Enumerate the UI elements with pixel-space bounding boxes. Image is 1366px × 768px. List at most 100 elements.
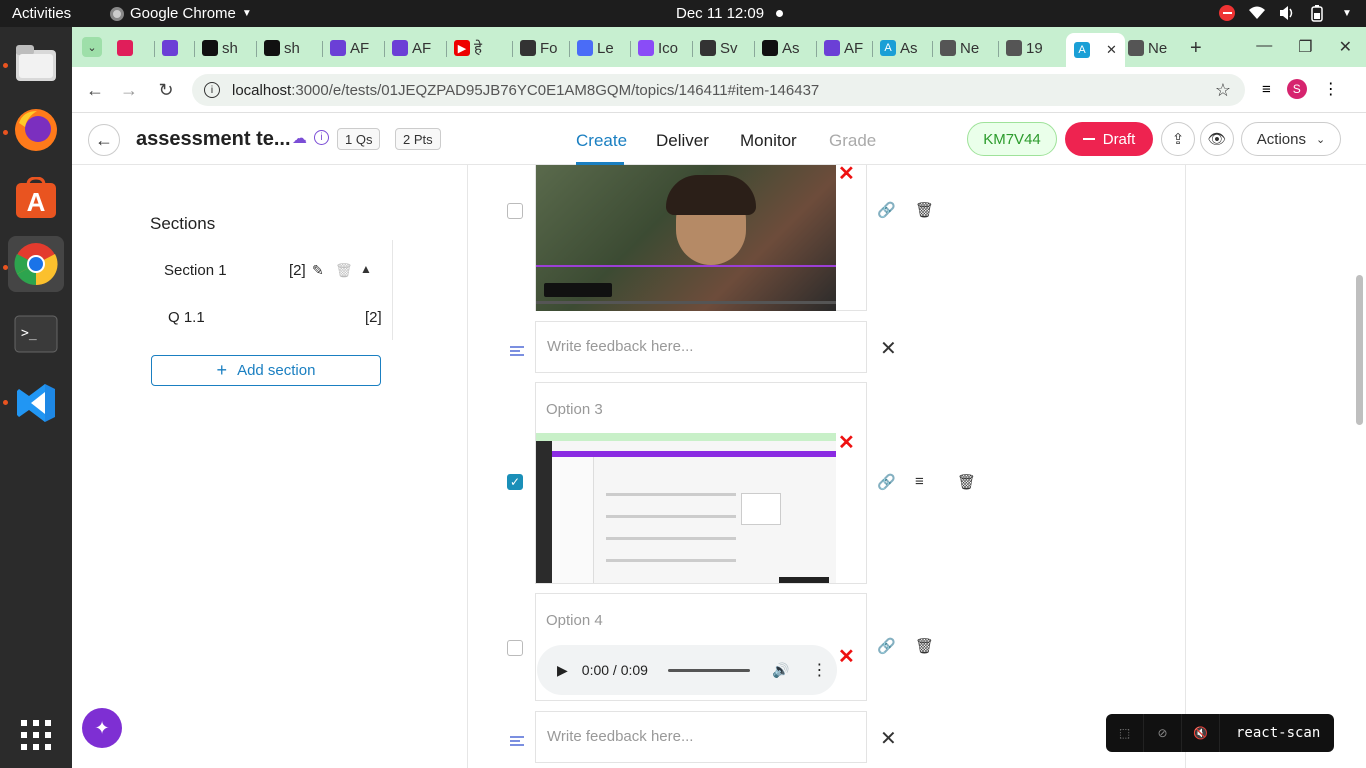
close-tab-icon[interactable]: ✕ — [1106, 42, 1117, 58]
remove-media-icon[interactable]: ✕ — [838, 161, 855, 186]
browser-tab[interactable]: AF — [824, 35, 863, 61]
maximize-icon[interactable]: ❐ — [1298, 37, 1312, 57]
volume-icon[interactable] — [1278, 4, 1296, 22]
trash-icon[interactable]: 🗑 — [957, 473, 976, 491]
close-feedback-icon[interactable]: ✕ — [880, 336, 897, 361]
tab-create[interactable]: Create — [576, 131, 627, 151]
firefox-app-icon[interactable] — [8, 102, 64, 158]
browser-tab[interactable]: sh — [264, 35, 300, 61]
ubuntu-software-icon[interactable]: A — [8, 170, 64, 226]
edit-pencil-icon[interactable]: ✎ — [312, 262, 324, 279]
trash-icon[interactable]: 🗑 — [335, 262, 353, 279]
audio-volume-icon[interactable]: 🔊 — [772, 662, 789, 679]
browser-tab[interactable]: A ✕ — [1066, 33, 1125, 67]
link-icon[interactable]: 🔗 — [877, 637, 896, 655]
remove-media-icon[interactable]: ✕ — [838, 430, 855, 455]
profile-avatar[interactable]: S — [1286, 79, 1307, 99]
audio-more-icon[interactable]: ⋮ — [811, 660, 827, 680]
site-info-icon[interactable]: i — [204, 82, 220, 98]
option-4-checkbox[interactable] — [507, 640, 523, 656]
question-item-label[interactable]: Q 1.1 — [168, 309, 205, 326]
address-bar[interactable]: i localhost:3000/e/tests/01JEQZPAD95JB76… — [192, 74, 1245, 106]
option-4-label[interactable]: Option 4 — [546, 612, 603, 629]
vscode-app-icon[interactable] — [8, 375, 64, 431]
actions-button[interactable]: Actions ⌄ — [1241, 122, 1341, 156]
feedback-toggle-icon[interactable]: ≡ — [915, 473, 924, 490]
browser-tab[interactable]: Ne — [1128, 35, 1167, 61]
do-not-disturb-icon[interactable] — [1218, 4, 1236, 22]
wifi-icon[interactable] — [1248, 4, 1266, 22]
page-title: assessment te... — [136, 128, 291, 150]
feedback-input[interactable]: Write feedback here... — [535, 711, 867, 763]
option-3-checkbox[interactable]: ✓ — [507, 474, 523, 490]
remove-media-icon[interactable]: ✕ — [838, 644, 855, 669]
hide-overlay-icon[interactable]: ⊘ — [1144, 714, 1182, 752]
browser-tab[interactable] — [162, 35, 182, 61]
tab-search-button[interactable]: ⌄ — [82, 37, 102, 57]
option-2-checkbox[interactable] — [507, 203, 523, 219]
minimize-icon[interactable]: — — [1256, 37, 1272, 57]
inspect-element-icon[interactable]: ⬚ — [1106, 714, 1144, 752]
screenshot-row — [606, 537, 736, 540]
browser-tab[interactable]: 19 — [1006, 35, 1043, 61]
browser-tab[interactable]: Ne — [940, 35, 979, 61]
browser-tab[interactable]: Fo — [520, 35, 558, 61]
section-item[interactable]: Section 1 [2] ✎ 🗑 ▲ Q 1.1 [2] — [150, 240, 393, 340]
browser-tab[interactable]: AF — [392, 35, 431, 61]
link-icon[interactable]: 🔗 — [877, 473, 896, 491]
access-code-chip[interactable]: KM7V44 — [967, 122, 1057, 156]
audio-seek-bar[interactable] — [667, 668, 750, 672]
close-window-icon[interactable]: ✕ — [1339, 37, 1352, 57]
browser-tab[interactable]: ▶ हे — [454, 35, 482, 61]
url-text[interactable]: localhost:3000/e/tests/01JEQZPAD95JB76YC… — [232, 82, 819, 99]
page-scrollbar[interactable] — [1356, 275, 1363, 425]
play-icon[interactable]: ▶ — [557, 662, 568, 679]
show-apps-icon[interactable] — [8, 707, 64, 763]
battery-icon[interactable] — [1308, 4, 1326, 22]
audio-player[interactable]: ▶ 0:00 / 0:09 🔊 ⋮ — [537, 645, 837, 695]
bookmark-star-icon[interactable]: ☆ — [1215, 80, 1231, 101]
reload-icon[interactable]: ↻ — [155, 79, 177, 101]
mute-sound-icon[interactable]: 🔇 — [1182, 714, 1220, 752]
share-upload-button[interactable]: ⇪ — [1161, 122, 1195, 156]
trash-icon[interactable]: 🗑 — [915, 637, 934, 655]
tab-deliver[interactable]: Deliver — [656, 131, 709, 151]
files-app-icon[interactable] — [8, 35, 64, 91]
react-scan-label[interactable]: react-scan — [1220, 725, 1320, 741]
preview-button[interactable]: 👁 — [1200, 122, 1234, 156]
link-icon[interactable]: 🔗 — [877, 201, 896, 219]
draft-status-button[interactable]: Draft — [1065, 122, 1153, 156]
magic-wand-button[interactable]: ✦ — [82, 708, 122, 748]
browser-tab[interactable]: A As — [880, 35, 918, 61]
tab-grade[interactable]: Grade — [829, 131, 876, 151]
browser-tab[interactable]: Sv — [700, 35, 738, 61]
add-section-button[interactable]: + Add section — [151, 355, 381, 386]
browser-tab[interactable]: AF — [330, 35, 369, 61]
forward-arrow-icon[interactable]: → — [118, 79, 140, 101]
chevron-up-icon[interactable]: ▲ — [360, 262, 372, 276]
back-arrow-icon[interactable]: ← — [84, 79, 106, 101]
section-name[interactable]: Section 1 — [164, 262, 227, 279]
browser-tab[interactable] — [117, 35, 137, 61]
power-menu-caret-icon[interactable]: ▼ — [1338, 4, 1356, 22]
feedback-input[interactable]: Write feedback here... — [535, 321, 867, 373]
app-menu[interactable]: Google Chrome ▼ — [110, 5, 252, 22]
option-3-label[interactable]: Option 3 — [546, 401, 603, 418]
system-tray[interactable]: ▼ — [1218, 4, 1356, 22]
browser-tab[interactable]: sh — [202, 35, 238, 61]
tab-monitor[interactable]: Monitor — [740, 131, 797, 151]
browser-tab[interactable]: Ico — [638, 35, 678, 61]
trash-icon[interactable]: 🗑 — [915, 201, 934, 219]
close-feedback-icon[interactable]: ✕ — [880, 726, 897, 751]
back-button[interactable]: ← — [88, 124, 120, 156]
activities-button[interactable]: Activities — [12, 5, 71, 22]
terminal-app-icon[interactable]: >_ — [8, 306, 64, 362]
chrome-menu-icon[interactable]: ⋮ — [1323, 79, 1339, 99]
chrome-app-icon[interactable] — [8, 236, 64, 292]
browser-tab[interactable]: Le — [577, 35, 614, 61]
info-icon[interactable]: i — [314, 130, 329, 145]
browser-tab[interactable]: As — [762, 35, 800, 61]
clock[interactable]: Dec 11 12:09 — [676, 5, 764, 22]
new-tab-plus-icon[interactable]: + — [1190, 35, 1202, 61]
media-controls-icon[interactable]: ≡ — [1262, 81, 1271, 98]
